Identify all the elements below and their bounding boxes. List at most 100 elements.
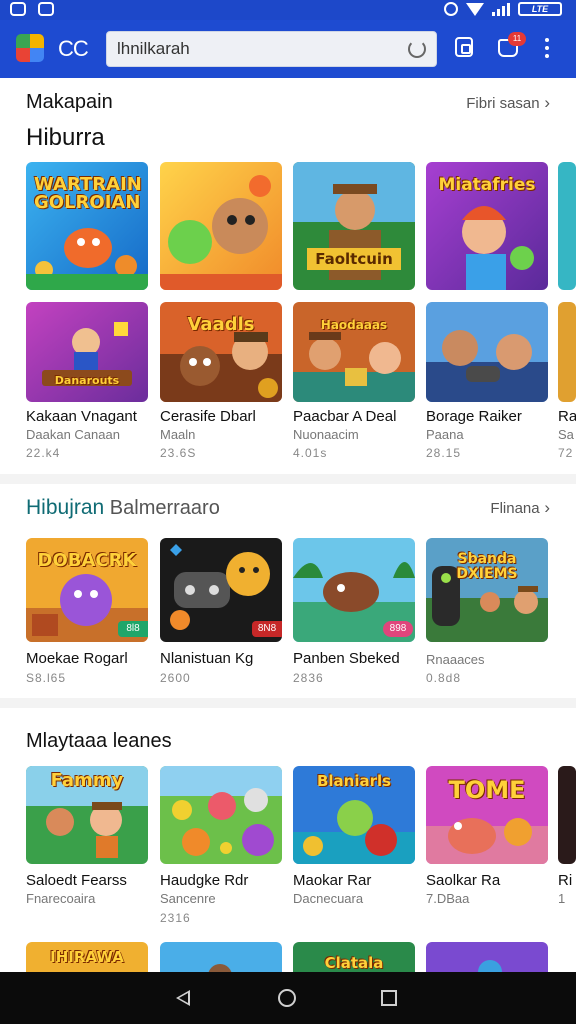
item-subtitle: 7.DBaa	[426, 891, 470, 906]
section-divider	[0, 698, 576, 708]
tile-banner: Sbanda DXIEMS	[456, 551, 518, 582]
section-title-accent: Hibujran	[26, 496, 105, 519]
item-meta: S8.l65	[26, 671, 67, 685]
item-meta: 23.6S	[160, 446, 197, 460]
game-tile[interactable]: Vaadls	[160, 302, 282, 402]
item-subtitle: Nuonaacim	[293, 427, 359, 442]
item-title[interactable]: Moekae Rogarl	[26, 650, 128, 667]
item-subtitle: Dacnecuara	[293, 891, 364, 906]
main-content[interactable]: Makapain Hiburra Fibri sasan WARTRAIN GO…	[0, 78, 576, 972]
game-tile[interactable]: Danarouts	[26, 302, 148, 402]
tile-banner: Vaadls	[187, 314, 255, 335]
section-title: Hibujran Balmerraaro	[26, 496, 220, 520]
item-title[interactable]: Rnaaaces	[426, 652, 485, 667]
logo-icon[interactable]	[16, 34, 44, 62]
wifi-icon	[466, 3, 484, 16]
item-subtitle: Paana	[426, 427, 464, 442]
game-tile[interactable]: Fammy	[26, 766, 148, 864]
item-meta: 2600	[160, 671, 191, 685]
tile-banner: DOBACRK	[37, 550, 137, 571]
item-subtitle: 1	[558, 891, 566, 906]
see-more-link[interactable]: Fibri sasan	[466, 93, 550, 113]
cast-icon[interactable]	[455, 37, 473, 57]
tile-banner: IHIRAWA	[50, 948, 124, 966]
item-title[interactable]: Saolkar Ra	[426, 872, 500, 889]
tile-banner: Blaniarls	[316, 772, 392, 790]
game-tile[interactable]: Faoltcuin	[293, 162, 415, 290]
item-title[interactable]: Saloedt Fearss	[26, 872, 127, 889]
search-box[interactable]	[106, 31, 437, 67]
game-tile[interactable]	[426, 302, 548, 402]
item-title[interactable]: Kakaan Vnagant	[26, 408, 137, 425]
item-title[interactable]: Maokar Rar	[293, 872, 371, 889]
game-tile[interactable]	[160, 766, 282, 864]
app-bar: CC 11	[0, 20, 576, 78]
item-subtitle: Maaln	[160, 427, 196, 442]
section-title: Hiburra	[26, 124, 105, 151]
item-title[interactable]: Paacbar A Deal	[293, 408, 396, 425]
game-tile[interactable]: WARTRAIN GOLROIAN	[26, 162, 148, 290]
section-title: Mlaytaaa leanes	[26, 730, 172, 752]
item-title[interactable]: Nlanistuan Kg	[160, 650, 253, 667]
status-bar: LTE	[0, 0, 576, 20]
tile-banner: TOME	[448, 776, 526, 804]
tile-banner: Clatala	[324, 954, 384, 972]
item-subtitle: Fnarecoaira	[26, 891, 96, 906]
tile-banner: Miatafries	[438, 175, 536, 195]
game-tile[interactable]	[160, 162, 282, 290]
battery-indicator: LTE	[518, 2, 562, 16]
game-tile[interactable]	[558, 162, 576, 290]
section-overline: Makapain	[26, 91, 113, 113]
game-tile[interactable]: TOME	[426, 766, 548, 864]
item-subtitle: Sa	[558, 427, 574, 442]
section-title-rest: Balmerraaro	[109, 497, 220, 519]
game-tile[interactable]: Clatala	[293, 942, 415, 972]
price-tag: 8l8	[118, 621, 148, 637]
signal-icon	[492, 2, 510, 16]
alarm-icon	[444, 2, 458, 16]
item-subtitle: Sancenre	[160, 891, 216, 906]
camera-icon	[38, 2, 54, 16]
brand-label: CC	[58, 36, 89, 61]
game-tile[interactable]: Blaniarls	[293, 766, 415, 864]
game-tile[interactable]	[426, 942, 548, 972]
item-meta: 2316	[160, 911, 191, 925]
item-meta: 4.01s	[293, 446, 328, 460]
game-tile[interactable]	[558, 766, 576, 864]
tile-banner: WARTRAIN GOLROIAN	[34, 174, 142, 213]
section-divider	[0, 474, 576, 484]
home-icon[interactable]	[278, 989, 296, 1007]
price-tag: 8N8	[252, 621, 282, 637]
item-title[interactable]: Ra	[558, 408, 576, 425]
see-more-link[interactable]: Flinana	[490, 498, 550, 518]
tile-banner: Fammy	[50, 770, 124, 791]
back-icon[interactable]	[176, 990, 190, 1006]
game-tile[interactable]	[160, 942, 282, 972]
item-meta: 2836	[293, 671, 324, 685]
game-tile[interactable]: Miatafries	[426, 162, 548, 290]
price-tag: 898	[383, 621, 413, 637]
game-tile[interactable]: IHIRAWA	[26, 942, 148, 972]
item-title[interactable]: Cerasife Dbarl	[160, 408, 256, 425]
item-meta: 22.k4	[26, 446, 61, 460]
game-tile[interactable]: Sbanda DXIEMS	[426, 538, 548, 642]
system-nav-bar	[0, 972, 576, 1024]
more-icon[interactable]	[544, 38, 550, 58]
item-meta: 28.15	[426, 446, 462, 460]
notification-icon	[10, 2, 26, 16]
item-meta: 0.8d8	[426, 671, 462, 685]
item-title[interactable]: Haudgke Rdr	[160, 872, 248, 889]
item-title[interactable]: Panben Sbeked	[293, 650, 400, 667]
search-input[interactable]	[117, 32, 397, 66]
tile-banner: Faoltcuin	[315, 250, 393, 268]
tile-banner: Haodaaas	[320, 318, 388, 332]
recent-apps-icon[interactable]	[381, 990, 397, 1006]
game-tile[interactable]: Haodaaas	[293, 302, 415, 402]
item-subtitle: Daakan Canaan	[26, 427, 120, 442]
item-meta: 72	[558, 446, 574, 460]
game-tile[interactable]	[558, 302, 576, 402]
item-title[interactable]: Borage Raiker	[426, 408, 522, 425]
item-title[interactable]: Ri	[558, 872, 572, 889]
cart-badge: 11	[508, 32, 526, 46]
refresh-icon[interactable]	[408, 40, 426, 58]
